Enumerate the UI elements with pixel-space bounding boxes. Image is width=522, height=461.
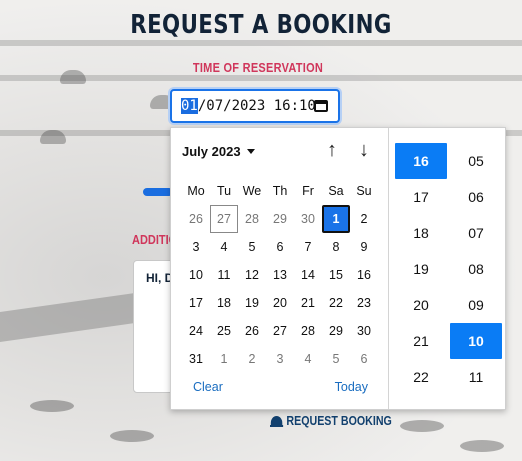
calendar-day[interactable]: 30 <box>350 317 378 345</box>
page-title: REQUEST A BOOKING <box>130 10 392 40</box>
weekday-label: Su <box>356 184 372 198</box>
month-label: July 2023 <box>182 144 241 159</box>
weekday-label: Tu <box>216 184 232 198</box>
calendar-panel: July 2023 ↑ ↓ Mo Tu We Th Fr Sa Su 26 27… <box>171 128 389 409</box>
request-booking-label: REQUEST BOOKING <box>286 413 392 428</box>
calendar-day[interactable]: 6 <box>266 233 294 261</box>
hour-option[interactable]: 18 <box>392 215 450 251</box>
calendar-day[interactable]: 26 <box>182 205 210 233</box>
weekday-header-row: Mo Tu We Th Fr Sa Su <box>182 177 378 205</box>
request-booking-button[interactable]: REQUEST BOOKING <box>270 413 392 428</box>
weekday-label: We <box>242 184 262 198</box>
calendar-day[interactable]: 18 <box>210 289 238 317</box>
weekday-label: Mo <box>187 184 205 198</box>
datetime-rest[interactable]: /07/2023 16:10 <box>198 98 316 114</box>
calendar-week-row: 10 11 12 13 14 15 16 <box>182 261 378 289</box>
calendar-day[interactable]: 24 <box>182 317 210 345</box>
hours-column[interactable]: 16 17 18 19 20 21 22 <box>392 143 450 409</box>
calendar-grid: Mo Tu We Th Fr Sa Su 26 27 28 29 30 1 2 … <box>182 177 378 373</box>
day-segment[interactable]: 01 <box>181 98 198 114</box>
hour-option[interactable]: 17 <box>392 179 450 215</box>
calendar-day[interactable]: 31 <box>182 345 210 373</box>
calendar-day[interactable]: 27 <box>266 317 294 345</box>
calendar-day[interactable]: 17 <box>182 289 210 317</box>
calendar-day[interactable]: 28 <box>238 205 266 233</box>
datetime-picker-popup: July 2023 ↑ ↓ Mo Tu We Th Fr Sa Su 26 27… <box>170 127 506 410</box>
month-selector[interactable]: July 2023 <box>182 144 255 159</box>
calendar-day[interactable]: 29 <box>322 317 350 345</box>
calendar-day[interactable]: 1 <box>210 345 238 373</box>
service-bell-icon <box>270 415 284 427</box>
caret-down-icon <box>246 149 255 154</box>
calendar-day[interactable]: 25 <box>210 317 238 345</box>
hour-option[interactable]: 19 <box>392 251 450 287</box>
calendar-day[interactable]: 16 <box>350 261 378 289</box>
minute-option[interactable]: 06 <box>447 179 505 215</box>
calendar-day[interactable]: 5 <box>322 345 350 373</box>
calendar-week-row: 3 4 5 6 7 8 9 <box>182 233 378 261</box>
today-button[interactable]: Today <box>335 380 368 394</box>
hour-option-selected[interactable]: 16 <box>395 143 447 179</box>
calendar-day-selected[interactable]: 1 <box>322 205 350 233</box>
hour-option[interactable]: 20 <box>392 287 450 323</box>
minutes-column[interactable]: 05 06 07 08 09 10 11 <box>447 143 505 409</box>
calendar-day[interactable]: 2 <box>350 205 378 233</box>
calendar-day[interactable]: 30 <box>294 205 322 233</box>
calendar-day-today[interactable]: 27 <box>210 205 238 233</box>
calendar-day[interactable]: 2 <box>238 345 266 373</box>
calendar-footer: Clear Today <box>193 380 368 394</box>
hour-option[interactable]: 21 <box>392 323 450 359</box>
calendar-day[interactable]: 10 <box>182 261 210 289</box>
slider-track[interactable] <box>143 188 173 196</box>
calendar-week-row: 31 1 2 3 4 5 6 <box>182 345 378 373</box>
time-of-reservation-label: TIME OF RESERVATION <box>192 61 324 75</box>
calendar-day[interactable]: 12 <box>238 261 266 289</box>
calendar-day[interactable]: 13 <box>266 261 294 289</box>
calendar-day[interactable]: 20 <box>266 289 294 317</box>
calendar-week-row: 17 18 19 20 21 22 23 <box>182 289 378 317</box>
calendar-week-row: 24 25 26 27 28 29 30 <box>182 317 378 345</box>
previous-month-arrow-icon[interactable]: ↑ <box>321 140 343 162</box>
weekday-label: Fr <box>302 184 314 198</box>
calendar-day[interactable]: 19 <box>238 289 266 317</box>
calendar-icon[interactable] <box>314 100 328 112</box>
calendar-day[interactable]: 22 <box>322 289 350 317</box>
calendar-day[interactable]: 3 <box>266 345 294 373</box>
calendar-day[interactable]: 4 <box>294 345 322 373</box>
minute-option[interactable]: 05 <box>447 143 505 179</box>
hour-option[interactable]: 22 <box>392 359 450 395</box>
calendar-day[interactable]: 7 <box>294 233 322 261</box>
clear-button[interactable]: Clear <box>193 380 223 394</box>
calendar-day[interactable]: 3 <box>182 233 210 261</box>
calendar-day[interactable]: 28 <box>294 317 322 345</box>
calendar-day[interactable]: 14 <box>294 261 322 289</box>
calendar-day[interactable]: 26 <box>238 317 266 345</box>
calendar-week-row: 26 27 28 29 30 1 2 <box>182 205 378 233</box>
calendar-day[interactable]: 5 <box>238 233 266 261</box>
calendar-day[interactable]: 15 <box>322 261 350 289</box>
weekday-label: Th <box>272 184 288 198</box>
calendar-day[interactable]: 11 <box>210 261 238 289</box>
time-panel: 16 17 18 19 20 21 22 05 06 07 08 09 10 1… <box>389 128 505 409</box>
minute-option[interactable]: 11 <box>447 359 505 395</box>
datetime-input[interactable]: 01 /07/2023 16:10 <box>170 89 340 123</box>
minute-option[interactable]: 09 <box>447 287 505 323</box>
calendar-day[interactable]: 23 <box>350 289 378 317</box>
minute-option[interactable]: 08 <box>447 251 505 287</box>
minute-option[interactable]: 07 <box>447 215 505 251</box>
calendar-day[interactable]: 21 <box>294 289 322 317</box>
calendar-day[interactable]: 8 <box>322 233 350 261</box>
calendar-day[interactable]: 4 <box>210 233 238 261</box>
minute-option-selected[interactable]: 10 <box>450 323 502 359</box>
calendar-day[interactable]: 6 <box>350 345 378 373</box>
calendar-day[interactable]: 29 <box>266 205 294 233</box>
calendar-day[interactable]: 9 <box>350 233 378 261</box>
next-month-arrow-icon[interactable]: ↓ <box>353 140 375 162</box>
weekday-label: Sa <box>328 184 344 198</box>
